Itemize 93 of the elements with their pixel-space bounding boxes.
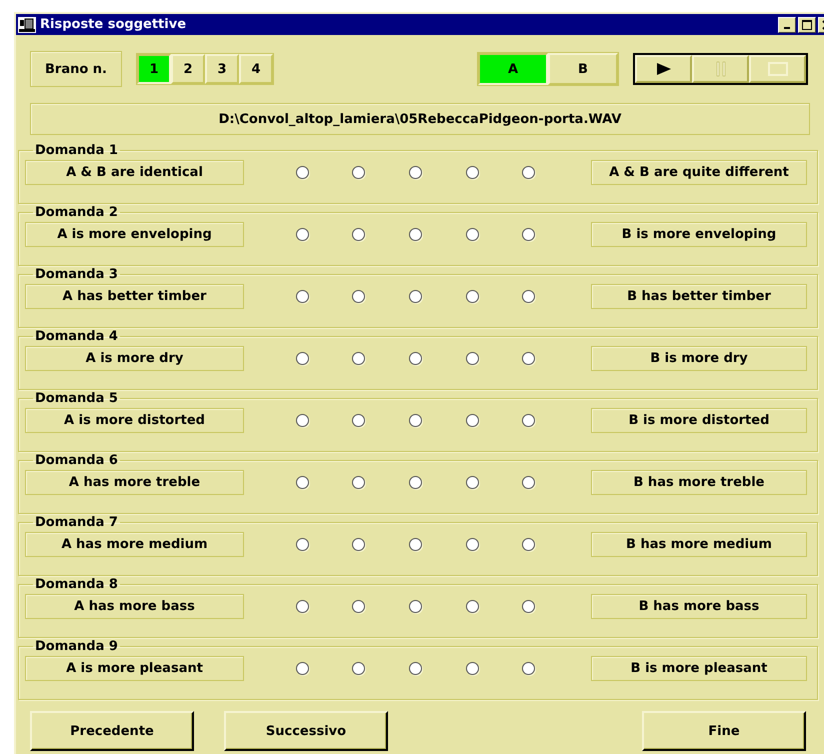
radio-button[interactable] <box>466 476 479 489</box>
radio-button[interactable] <box>466 352 479 365</box>
left-label: A has more bass <box>25 594 244 619</box>
radio-button[interactable] <box>352 662 366 675</box>
file-path: D:\Convol_altop_lamiera\05RebeccaPidgeon-porta.WAV <box>30 103 810 135</box>
radio-button[interactable] <box>352 476 366 489</box>
stop-icon <box>768 62 788 76</box>
radio-button[interactable] <box>352 228 366 241</box>
nav-button[interactable]: Precedente <box>30 711 194 751</box>
radio-button[interactable] <box>522 414 536 427</box>
radio-button[interactable] <box>522 290 536 303</box>
question-title: Domanda 7 <box>34 515 119 530</box>
question-title: Domanda 5 <box>34 391 119 406</box>
left-label: A is more pleasant <box>25 656 244 681</box>
radio-button[interactable] <box>408 352 422 365</box>
question-title: Domanda 9 <box>34 639 119 654</box>
version-tab[interactable]: B <box>548 53 618 85</box>
radio-button[interactable] <box>408 476 422 489</box>
right-label: B is more enveloping <box>591 222 807 247</box>
radio-button[interactable] <box>296 228 309 241</box>
minimize-icon <box>784 26 790 28</box>
play-icon <box>654 62 672 76</box>
radio-button[interactable] <box>522 476 536 489</box>
radio-button[interactable] <box>522 166 536 179</box>
play-button[interactable] <box>635 55 692 83</box>
radio-button[interactable] <box>522 538 536 551</box>
radio-button[interactable] <box>408 414 422 427</box>
radio-button[interactable] <box>296 538 309 551</box>
left-label: A & B are identical <box>25 160 244 185</box>
pause-icon <box>714 61 726 77</box>
radio-button[interactable] <box>296 166 309 179</box>
radio-button[interactable] <box>352 290 366 303</box>
nav-button[interactable]: Successivo <box>224 711 388 751</box>
radio-button[interactable] <box>466 166 479 179</box>
right-label: B has more treble <box>591 470 807 495</box>
radio-button[interactable] <box>296 600 309 613</box>
radio-button[interactable] <box>466 662 479 675</box>
left-label: A has more medium <box>25 532 244 557</box>
right-label: B has better timber <box>591 284 807 309</box>
radio-button[interactable] <box>466 414 479 427</box>
app-icon <box>18 16 36 32</box>
version-tab[interactable]: A <box>478 53 548 85</box>
radio-button[interactable] <box>408 662 422 675</box>
right-label: B has more bass <box>591 594 807 619</box>
left-label: A has better timber <box>25 284 244 309</box>
radio-button[interactable] <box>296 476 309 489</box>
radio-button[interactable] <box>352 600 366 613</box>
left-label: A is more enveloping <box>25 222 244 247</box>
radio-button[interactable] <box>466 538 479 551</box>
radio-button[interactable] <box>408 166 422 179</box>
right-label: A & B are quite different <box>591 160 807 185</box>
minimize-button[interactable] <box>778 16 796 32</box>
question-title: Domanda 3 <box>34 267 119 282</box>
radio-button[interactable] <box>352 414 366 427</box>
radio-button[interactable] <box>522 228 536 241</box>
right-label: B has more medium <box>591 532 807 557</box>
maximize-icon <box>802 20 812 30</box>
radio-button[interactable] <box>466 600 479 613</box>
radio-button[interactable] <box>296 290 309 303</box>
track-label: Brano n. <box>30 51 122 87</box>
radio-button[interactable] <box>466 228 479 241</box>
radio-button[interactable] <box>522 352 536 365</box>
track-tab[interactable]: 1 <box>137 54 171 84</box>
radio-button[interactable] <box>352 352 366 365</box>
nav-button[interactable]: Fine <box>642 711 806 751</box>
track-tab[interactable]: 2 <box>171 54 205 84</box>
radio-button[interactable] <box>296 414 309 427</box>
radio-button[interactable] <box>296 662 309 675</box>
right-label: B is more pleasant <box>591 656 807 681</box>
radio-button[interactable] <box>522 600 536 613</box>
radio-button[interactable] <box>408 600 422 613</box>
window-title: Risposte soggettive <box>40 17 188 32</box>
question-title: Domanda 2 <box>34 205 119 220</box>
left-label: A has more treble <box>25 470 244 495</box>
radio-button[interactable] <box>408 228 422 241</box>
question-title: Domanda 6 <box>34 453 119 468</box>
left-label: A is more distorted <box>25 408 244 433</box>
maximize-button[interactable] <box>798 16 816 32</box>
radio-button[interactable] <box>466 290 479 303</box>
radio-button[interactable] <box>352 538 366 551</box>
right-label: B is more dry <box>591 346 807 371</box>
track-tab[interactable]: 3 <box>205 54 239 84</box>
question-title: Domanda 8 <box>34 577 119 592</box>
radio-button[interactable] <box>296 352 309 365</box>
radio-button[interactable] <box>352 166 366 179</box>
track-tab[interactable]: 4 <box>239 54 273 84</box>
right-label: B is more distorted <box>591 408 807 433</box>
radio-button[interactable] <box>522 662 536 675</box>
question-title: Domanda 4 <box>34 329 119 344</box>
question-title: Domanda 1 <box>34 143 119 158</box>
left-label: A is more dry <box>25 346 244 371</box>
radio-button[interactable] <box>408 290 422 303</box>
radio-button[interactable] <box>408 538 422 551</box>
